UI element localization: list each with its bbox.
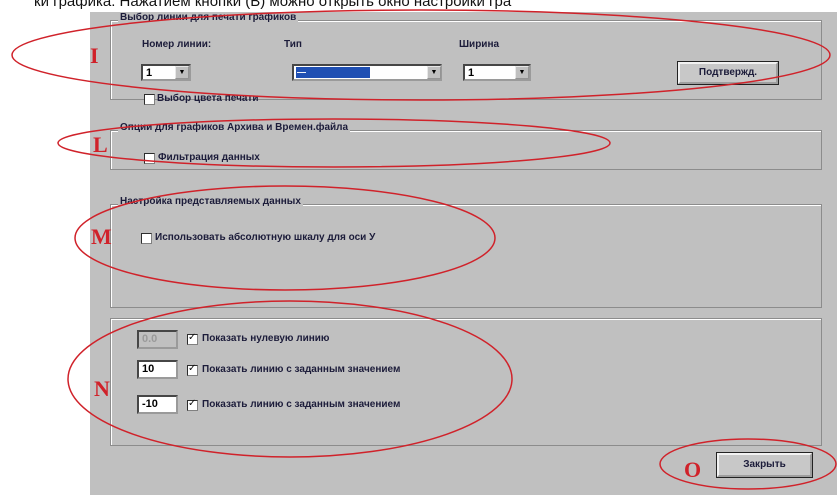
- annotation-marker-o: O: [684, 457, 702, 482]
- zero-line-checkbox[interactable]: [187, 332, 198, 345]
- reference-line-2-checkbox[interactable]: [187, 398, 198, 411]
- display-settings-group: [110, 204, 822, 308]
- reference-line-1-checkbox[interactable]: [187, 363, 198, 376]
- confirm-button[interactable]: Подтвержд.: [677, 61, 779, 85]
- line-number-label: Номер линии:: [142, 39, 212, 50]
- archive-options-title: Опции для графиков Архива и Времен.файла: [118, 122, 351, 133]
- line-type-value: —: [297, 67, 306, 77]
- reference-line-1-value-field[interactable]: 10: [137, 360, 178, 379]
- print-settings-dialog: Выбор линии для печати графиков Номер ли…: [88, 12, 837, 495]
- reference-line-2-value-field[interactable]: -10: [137, 395, 178, 414]
- display-settings-title: Настройка представляемых данных: [118, 196, 303, 207]
- width-label: Ширина: [459, 39, 500, 50]
- annotation-marker-n: N: [94, 376, 110, 401]
- absolute-scale-checkbox[interactable]: [141, 233, 152, 244]
- reference-line-1-label: Показать линию с заданным значением: [202, 364, 401, 375]
- caption-text: ки графика. Нажатием кнопки (B) можно от…: [34, 0, 512, 10]
- zero-line-value-field: 0.0: [137, 330, 178, 349]
- chevron-down-icon[interactable]: ▼: [515, 66, 529, 79]
- close-button[interactable]: Закрыть: [716, 452, 813, 478]
- chevron-down-icon[interactable]: ▼: [175, 66, 189, 79]
- archive-options-group: [110, 130, 822, 170]
- reference-line-2-label: Показать линию с заданным значением: [202, 399, 401, 410]
- line-type-selection-highlight: [296, 67, 370, 78]
- type-label: Тип: [284, 39, 302, 50]
- annotation-marker-i: I: [90, 43, 99, 68]
- line-type-select[interactable]: — ▼: [292, 64, 442, 81]
- line-width-value: 1: [468, 67, 475, 79]
- chevron-down-icon[interactable]: ▼: [427, 66, 441, 79]
- line-selection-title: Выбор линии для печати графиков: [118, 12, 299, 23]
- line-selection-group: [110, 20, 822, 100]
- zero-line-label: Показать нулевую линию: [202, 333, 330, 344]
- data-filter-checkbox[interactable]: [144, 153, 155, 164]
- annotation-marker-l: L: [93, 132, 108, 157]
- line-number-select[interactable]: 1 ▼: [141, 64, 191, 81]
- line-width-select[interactable]: 1 ▼: [463, 64, 531, 81]
- print-color-checkbox[interactable]: [144, 94, 155, 105]
- line-number-value: 1: [146, 67, 153, 79]
- absolute-scale-label: Использовать абсолютную шкалу для оси У: [155, 232, 376, 243]
- data-filter-label: Фильтрация данных: [158, 152, 260, 163]
- print-color-label: Выбор цвета печати: [157, 93, 259, 104]
- annotation-marker-m: M: [91, 224, 112, 249]
